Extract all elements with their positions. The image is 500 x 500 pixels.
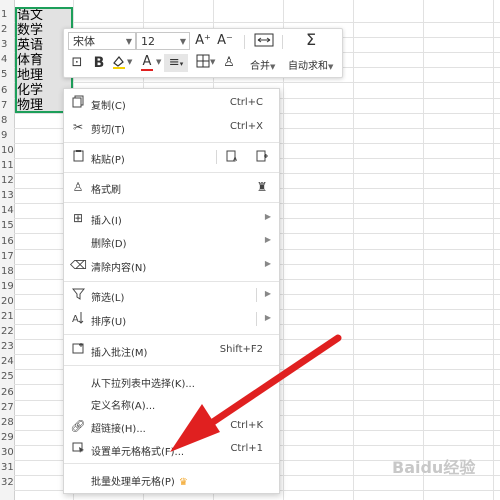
annotation-arrow (170, 334, 342, 452)
watermark-logo: Baidu经验 (392, 458, 476, 477)
